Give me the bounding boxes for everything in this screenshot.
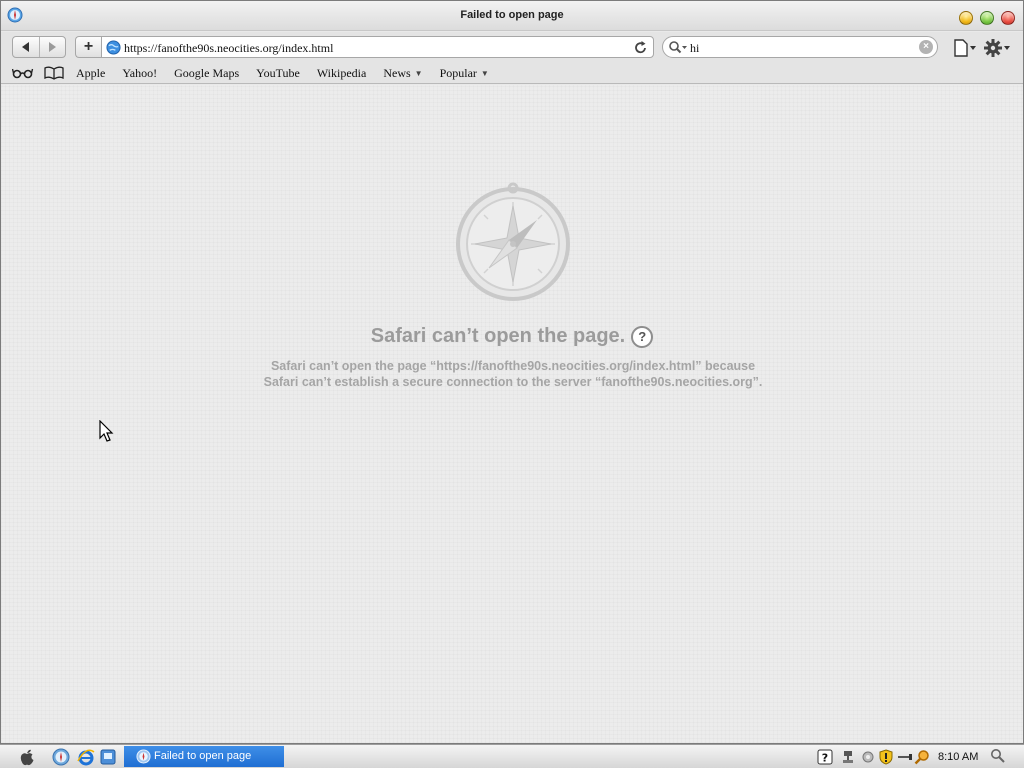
bookmark-label: Yahoo! — [122, 66, 158, 80]
add-bookmark-button[interactable]: + — [75, 36, 101, 58]
safari-launcher-icon[interactable] — [52, 748, 70, 766]
apple-logo-icon[interactable] — [18, 748, 36, 766]
gear-icon[interactable] — [983, 38, 1011, 58]
window-title: Failed to open page — [460, 9, 564, 21]
network-tray-icon[interactable] — [840, 749, 856, 765]
bookmark-label: Wikipedia — [316, 66, 367, 80]
help-tray-icon[interactable]: ? — [817, 749, 833, 765]
taskbar-window-label: Failed to open page — [154, 750, 252, 762]
chevron-down-icon: ▼ — [480, 69, 489, 78]
mouse-cursor-icon — [99, 420, 114, 442]
bookmark-google-maps[interactable]: Google Maps — [174, 66, 239, 81]
reading-list-icon[interactable] — [12, 66, 34, 80]
error-message: Safari can’t open the page “https://fano… — [263, 359, 763, 389]
spotlight-icon[interactable] — [990, 748, 1006, 764]
back-arrow-icon — [21, 42, 29, 52]
page-menu-icon[interactable] — [953, 39, 977, 57]
toolbar: + https://fanofthe90s.neocities.org/inde… — [1, 32, 1023, 62]
error-title: Safari can’t open the page. — [370, 325, 626, 347]
forward-arrow-icon — [49, 42, 57, 52]
url-text[interactable]: https://fanofthe90s.neocities.org/index.… — [124, 41, 333, 56]
clock: 8:10 AM — [938, 751, 979, 763]
error-page: Safari can’t open the page.? Safari can’… — [1, 85, 1023, 743]
close-button[interactable] — [1001, 11, 1015, 25]
error-title-row: Safari can’t open the page.? — [1, 325, 1023, 348]
search-tray-icon[interactable] — [914, 749, 930, 765]
address-bar[interactable]: https://fanofthe90s.neocities.org/index.… — [101, 36, 654, 58]
bookmark-label: Google Maps — [174, 66, 240, 80]
bookmarks-bar: Apple Yahoo! Google Maps YouTube Wikiped… — [1, 62, 1023, 84]
back-button[interactable] — [13, 37, 39, 57]
browser-window: Failed to open page + https://fanofthe90… — [0, 0, 1024, 744]
bookmark-folder-popular[interactable]: Popular ▼ — [440, 66, 489, 81]
security-shield-icon[interactable] — [878, 749, 894, 765]
bookmark-youtube[interactable]: YouTube — [256, 66, 300, 81]
forward-button[interactable] — [38, 37, 66, 57]
bookmark-apple[interactable]: Apple — [76, 66, 105, 81]
bookmark-label: Apple — [76, 66, 106, 80]
search-icon[interactable] — [668, 40, 688, 55]
usb-tray-icon[interactable] — [897, 749, 913, 765]
bookmark-wikipedia[interactable]: Wikipedia — [317, 66, 367, 81]
show-desktop-icon[interactable] — [99, 748, 117, 766]
search-input[interactable]: hi — [690, 41, 699, 56]
safari-window-icon — [136, 749, 151, 764]
internet-explorer-icon[interactable] — [77, 748, 95, 766]
chevron-down-icon: ▼ — [414, 69, 423, 78]
search-field[interactable]: hi × — [662, 36, 938, 58]
help-button[interactable]: ? — [631, 325, 654, 348]
taskbar: Failed to open page ? 8:10 AM — [0, 744, 1024, 768]
clear-search-icon[interactable]: × — [919, 40, 933, 54]
maximize-button[interactable] — [980, 11, 994, 25]
svg-text:?: ? — [822, 752, 828, 765]
title-bar[interactable]: Failed to open page — [1, 1, 1023, 31]
bookmark-label: YouTube — [256, 66, 300, 80]
reload-icon[interactable] — [634, 40, 648, 56]
compass-icon — [456, 182, 570, 301]
minimize-button[interactable] — [959, 11, 973, 25]
bookmark-label: News — [383, 66, 411, 80]
bookmark-folder-news[interactable]: News ▼ — [383, 66, 422, 81]
globe-icon — [106, 40, 121, 55]
taskbar-window-button[interactable]: Failed to open page — [124, 746, 284, 767]
settings-tray-icon[interactable] — [860, 749, 876, 765]
bookmark-yahoo[interactable]: Yahoo! — [122, 66, 157, 81]
bookmarks-book-icon[interactable] — [44, 66, 64, 80]
bookmark-items: Apple Yahoo! Google Maps YouTube Wikiped… — [76, 66, 506, 81]
nav-buttons — [12, 36, 66, 58]
bookmark-label: Popular — [439, 66, 477, 80]
